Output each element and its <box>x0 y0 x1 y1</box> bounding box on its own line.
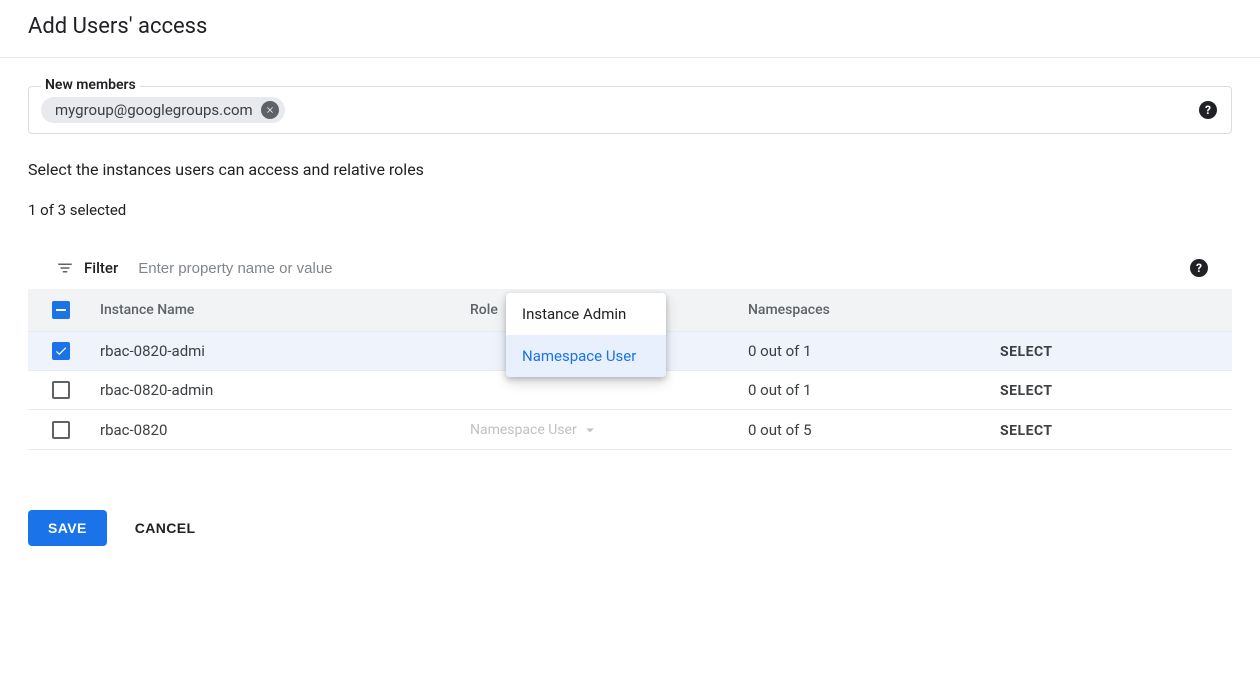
new-members-field[interactable]: New members mygroup@googlegroups.com ? <box>28 86 1232 134</box>
select-button[interactable]: SELECT <box>1000 344 1053 360</box>
help-icon[interactable]: ? <box>1199 101 1217 119</box>
page-title: Add Users' access <box>28 14 1232 39</box>
row-checkbox[interactable] <box>52 421 70 439</box>
select-all-checkbox[interactable] <box>52 301 70 319</box>
close-icon[interactable] <box>261 101 279 119</box>
filter-icon <box>56 259 74 277</box>
page-header: Add Users' access <box>0 0 1260 58</box>
namespaces-cell: 0 out of 1 <box>732 332 984 371</box>
table-row[interactable]: rbac-0820 Namespace User 0 out of 5 SELE… <box>28 410 1232 450</box>
select-button[interactable]: SELECT <box>1000 383 1053 399</box>
page-content: New members mygroup@googlegroups.com ? S… <box>0 58 1260 546</box>
column-header-namespaces[interactable]: Namespaces <box>732 289 984 332</box>
filter-label: Filter <box>84 259 118 277</box>
row-checkbox[interactable] <box>52 342 70 360</box>
save-button[interactable]: SAVE <box>28 510 107 546</box>
role-option-namespace-user[interactable]: Namespace User <box>506 335 666 377</box>
instance-name: rbac-0820-admin <box>84 371 454 410</box>
member-chip-text: mygroup@googlegroups.com <box>55 101 253 119</box>
instances-description: Select the instances users can access an… <box>28 160 1232 179</box>
row-checkbox[interactable] <box>52 381 70 399</box>
instance-name: rbac-0820 <box>84 410 454 450</box>
actions-bar: SAVE CANCEL <box>28 510 1232 546</box>
selection-count: 1 of 3 selected <box>28 201 1232 219</box>
filter-input[interactable] <box>138 260 1190 277</box>
instance-name: rbac-0820-admi <box>84 332 454 371</box>
column-header-instance[interactable]: Instance Name <box>84 289 454 332</box>
help-icon[interactable]: ? <box>1190 259 1208 277</box>
new-members-label: New members <box>41 77 140 93</box>
cancel-button[interactable]: CANCEL <box>135 520 196 536</box>
member-chip[interactable]: mygroup@googlegroups.com <box>41 97 285 123</box>
select-button[interactable]: SELECT <box>1000 423 1053 439</box>
role-option-instance-admin[interactable]: Instance Admin <box>506 293 666 335</box>
role-cell[interactable]: Namespace User <box>454 410 732 450</box>
role-dropdown-value: Namespace User <box>470 422 577 438</box>
role-dropdown-menu: Instance Admin Namespace User <box>506 293 666 377</box>
namespaces-cell: 0 out of 5 <box>732 410 984 450</box>
namespaces-cell: 0 out of 1 <box>732 371 984 410</box>
filter-bar: Filter ? <box>28 247 1232 289</box>
